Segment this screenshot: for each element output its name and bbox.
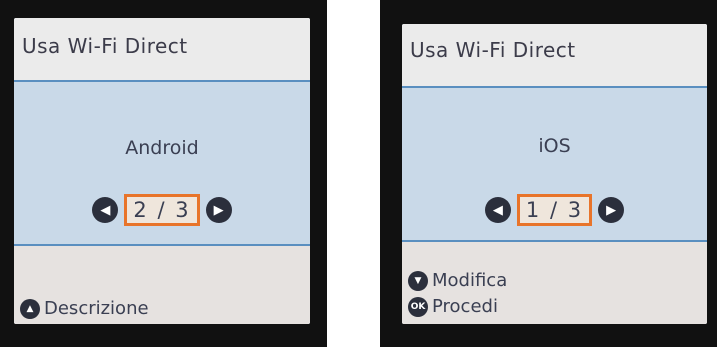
screen-title: Usa Wi-Fi Direct	[402, 24, 707, 88]
right-arrow-icon[interactable]: ▶	[598, 197, 625, 223]
printer-photo-left: Usa Wi-Fi Direct Android ◀ 2 / 3 ▶ ▲ Des…	[0, 0, 327, 347]
proceed-button[interactable]: OK Procedi	[408, 296, 498, 317]
proceed-label: Procedi	[432, 296, 498, 317]
modify-label: Modifica	[432, 270, 508, 291]
page-indicator: 2 / 3	[124, 194, 200, 226]
option-label[interactable]: Android	[14, 137, 310, 159]
page-indicator: 1 / 3	[516, 194, 593, 226]
description-label: Descrizione	[44, 298, 149, 319]
screen-footer: ▲ Descrizione	[14, 244, 310, 324]
printer-lcd-screen: Usa Wi-Fi Direct Android ◀ 2 / 3 ▶ ▲ Des…	[14, 18, 310, 324]
modify-button[interactable]: ▼ Modifica	[408, 270, 507, 291]
description-button[interactable]: ▲ Descrizione	[20, 298, 149, 319]
page-selector: ◀ 1 / 3 ▶	[402, 192, 707, 228]
ok-icon: OK	[408, 296, 428, 317]
option-label[interactable]: iOS	[402, 135, 707, 157]
up-triangle-icon: ▲	[20, 298, 40, 319]
printer-lcd-screen: Usa Wi-Fi Direct iOS ◀ 1 / 3 ▶ ▼ Modific…	[402, 24, 707, 324]
screen-title: Usa Wi-Fi Direct	[14, 18, 310, 82]
printer-photo-right: Usa Wi-Fi Direct iOS ◀ 1 / 3 ▶ ▼ Modific…	[380, 0, 717, 347]
down-triangle-icon: ▼	[408, 270, 428, 291]
screen-footer: ▼ Modifica OK Procedi	[402, 240, 707, 324]
option-area: iOS ◀ 1 / 3 ▶	[402, 88, 707, 240]
page-selector: ◀ 2 / 3 ▶	[14, 192, 310, 228]
option-area: Android ◀ 2 / 3 ▶	[14, 82, 310, 244]
left-arrow-icon[interactable]: ◀	[92, 197, 119, 223]
right-arrow-icon[interactable]: ▶	[205, 197, 232, 223]
left-arrow-icon[interactable]: ◀	[484, 197, 511, 223]
